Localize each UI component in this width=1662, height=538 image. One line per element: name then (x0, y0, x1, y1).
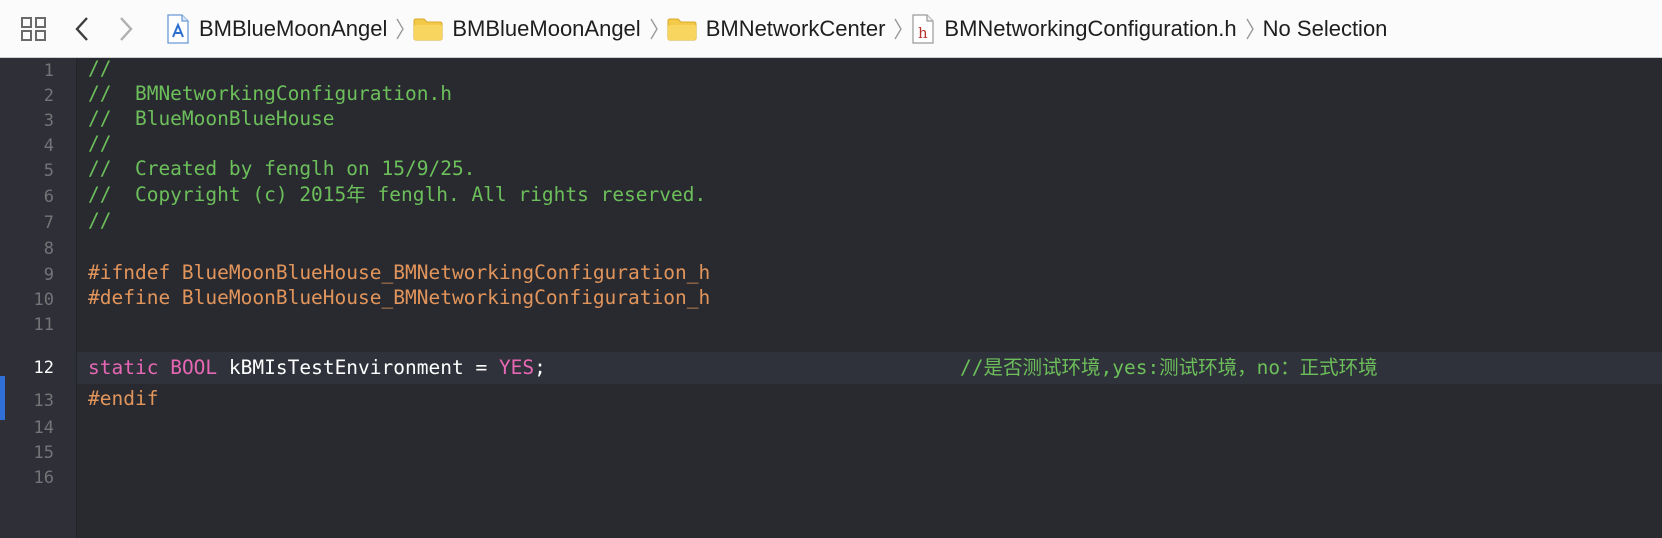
xcode-project-icon (166, 13, 190, 44)
keyword-yes: YES (498, 356, 535, 379)
semicolon: ; (534, 356, 546, 379)
code-line: #endif (88, 387, 159, 410)
chevron-right-icon (1245, 16, 1255, 42)
chevron-left-icon (75, 16, 88, 41)
line-number: 10 (33, 290, 54, 310)
chevron-right-icon (120, 16, 133, 41)
line-number: 2 (43, 86, 54, 106)
crumb-label: BMBlueMoonAngel (452, 15, 641, 41)
code-line: // BlueMoonBlueHouse (88, 107, 335, 130)
crumb-file[interactable]: h BMNetworkingConfiguration.h (911, 9, 1237, 49)
line-number: 13 (33, 391, 54, 411)
keyword-static: static (88, 356, 159, 379)
code-line: // BMNetworkingConfiguration.h (88, 82, 452, 105)
breadcrumb: BMBlueMoonAngel BMBlueMoonAngel BMNetwor… (166, 0, 1387, 58)
code-line: // (88, 57, 112, 80)
crumb-label: BMNetworkCenter (705, 15, 886, 41)
chevron-right-icon (649, 16, 659, 42)
code-line: #define BlueMoonBlueHouse_BMNetworkingCo… (88, 286, 711, 309)
line-number: 6 (43, 187, 54, 207)
keyword-bool: BOOL (170, 356, 218, 379)
crumb-network-center[interactable]: BMNetworkCenter (667, 9, 886, 49)
code-line: // Copyright (c) 2015年 fenglh. All right… (88, 183, 707, 206)
forward-button[interactable] (112, 9, 140, 49)
line-number: 15 (33, 443, 54, 463)
folder-icon (667, 17, 697, 41)
line-number: 5 (43, 161, 54, 181)
line-number: 16 (33, 468, 54, 488)
code-line: // (88, 209, 112, 232)
line-number-active: 12 (33, 358, 54, 378)
crumb-label: BMBlueMoonAngel (199, 15, 388, 41)
source-editor[interactable]: 1 2 3 4 5 6 7 8 9 10 11 12 13 14 15 16 /… (0, 57, 1662, 538)
code-line: // Created by fenglh on 15/9/25. (88, 157, 476, 180)
line-number: 11 (33, 315, 54, 335)
header-file-icon: h (911, 13, 935, 44)
jump-bar: BMBlueMoonAngel BMBlueMoonAngel BMNetwor… (0, 0, 1662, 58)
code-line: #ifndef BlueMoonBlueHouse_BMNetworkingCo… (88, 261, 711, 284)
back-button[interactable] (68, 9, 96, 49)
grid-icon (21, 16, 46, 41)
line-number-gutter: 1 2 3 4 5 6 7 8 9 10 11 12 13 14 15 16 (0, 58, 77, 538)
identifier: kBMIsTestEnvironment = (217, 356, 499, 379)
folder-icon (413, 17, 443, 41)
chevron-right-icon (395, 16, 405, 42)
line-number: 1 (43, 61, 54, 81)
inline-comment: //是否测试环境,yes:测试环境，no：正式环境 (960, 356, 1378, 379)
line-number: 7 (43, 213, 54, 233)
crumb-no-selection[interactable]: No Selection (1263, 9, 1388, 49)
line-number: 9 (43, 265, 54, 285)
svg-text:h: h (918, 24, 928, 42)
code-line: // (88, 132, 112, 155)
crumb-label: No Selection (1262, 15, 1388, 41)
related-items-button[interactable] (18, 9, 50, 49)
crumb-project[interactable]: BMBlueMoonAngel (166, 9, 387, 49)
crumb-label: BMNetworkingConfiguration.h (944, 15, 1237, 41)
line-number: 8 (43, 239, 54, 259)
line-number: 4 (43, 136, 54, 156)
change-marker (0, 376, 5, 420)
code-line-active: static BOOL kBMIsTestEnvironment = YES; (88, 355, 546, 381)
crumb-group[interactable]: BMBlueMoonAngel (413, 9, 641, 49)
line-number: 3 (43, 111, 54, 131)
chevron-right-icon (893, 16, 903, 42)
line-number: 14 (33, 418, 54, 438)
